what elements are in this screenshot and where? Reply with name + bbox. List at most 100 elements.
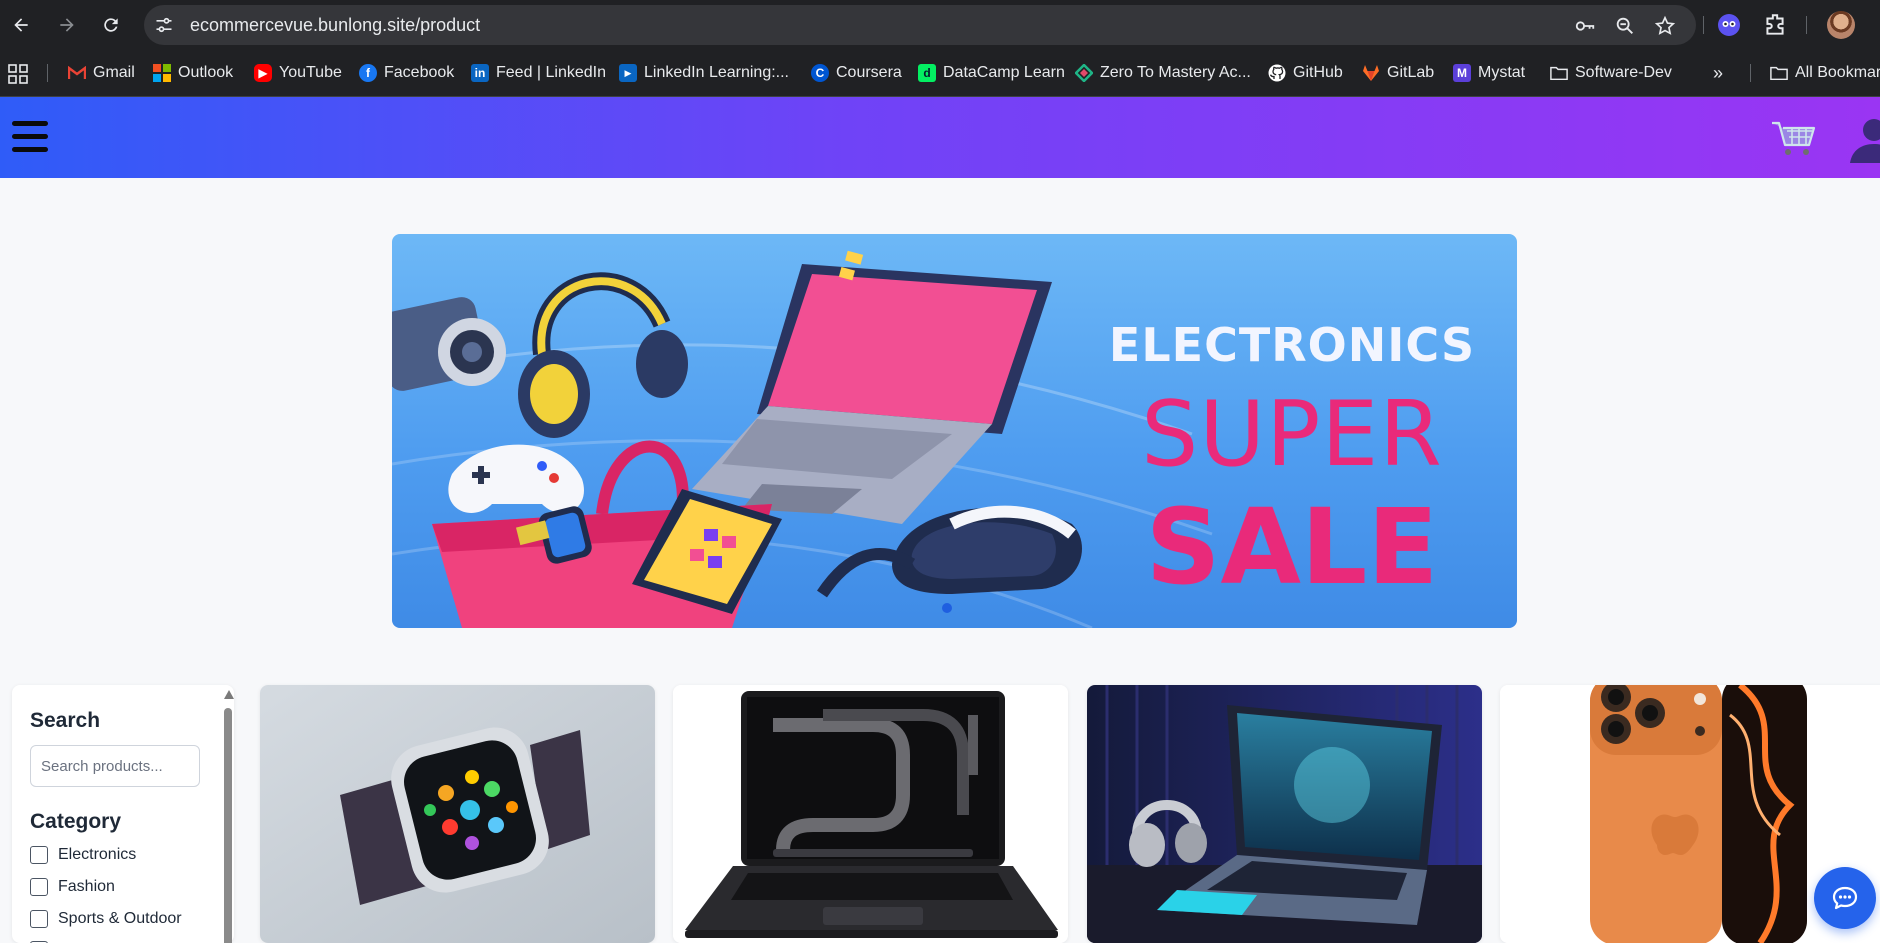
sidebar-scrollbar[interactable] [222, 690, 234, 943]
category-heading: Category [30, 810, 122, 833]
outlook-icon [153, 64, 171, 82]
zoom-icon[interactable] [1614, 15, 1636, 37]
gmail-icon [68, 64, 86, 82]
banner-headline-electronics: ELECTRONICS [1108, 318, 1476, 372]
extension-bot-icon[interactable] [1716, 12, 1742, 38]
bookmark-star-icon[interactable] [1654, 15, 1676, 37]
linkedin-learning-icon: ▶ [619, 64, 637, 82]
product-image-smartwatch[interactable] [260, 685, 655, 943]
bookmark-github[interactable]: GitHub [1268, 62, 1343, 84]
bookmarks-bar: Gmail Outlook ▶ YouTube f Facebook in Fe… [0, 50, 1880, 97]
camera-icon [392, 297, 506, 391]
category-label: Electronics [58, 846, 137, 863]
bookmark-mystat[interactable]: M Mystat [1453, 62, 1525, 84]
banner-headline-super: SUPER [1141, 382, 1443, 487]
reload-icon [104, 18, 118, 32]
scroll-up-arrow-icon[interactable] [224, 690, 234, 699]
forward-button[interactable] [52, 10, 82, 40]
apps-grid-icon[interactable] [8, 64, 28, 84]
carousel-indicator-dot[interactable] [942, 603, 952, 613]
user-avatar-icon[interactable] [1846, 113, 1880, 163]
mystat-icon: M [1453, 64, 1471, 82]
toolbar-divider [1806, 16, 1807, 34]
bookmark-outlook[interactable]: Outlook [153, 62, 233, 84]
filter-sidebar: Search Category Electronics Fashion Spor… [12, 685, 234, 943]
product-image-gaming-laptop[interactable] [1087, 685, 1482, 943]
bookmark-folder-software-dev[interactable]: Software-Dev [1550, 62, 1672, 84]
folder-icon [1770, 64, 1788, 82]
bookmark-linkedin-feed[interactable]: in Feed | LinkedIn [471, 62, 606, 84]
site-settings-icon[interactable] [154, 15, 174, 35]
bookmark-label: Gmail [93, 64, 135, 81]
bookmark-label: Software-Dev [1575, 64, 1672, 81]
bookmark-gmail[interactable]: Gmail [68, 62, 135, 84]
vr-headset-icon [817, 505, 1082, 598]
browser-toolbar: ecommercevue.bunlong.site/product [0, 0, 1880, 50]
linkedin-icon: in [471, 64, 489, 82]
bookmark-label: Zero To Mastery Ac... [1100, 64, 1251, 81]
scrollbar-thumb[interactable] [224, 708, 232, 943]
url-text[interactable]: ecommercevue.bunlong.site/product [190, 15, 480, 36]
bookmark-label: Coursera [836, 64, 902, 81]
product-image-black-laptop[interactable] [673, 685, 1068, 943]
datacamp-icon: d [918, 64, 936, 82]
arrow-left-icon [14, 18, 28, 32]
github-icon [1268, 64, 1286, 82]
bookmark-gitlab[interactable]: GitLab [1362, 62, 1434, 84]
checkbox[interactable] [30, 910, 48, 928]
key-icon[interactable] [1574, 15, 1596, 37]
laptop-icon [692, 250, 1052, 524]
banner-headline-sale: SALE [1145, 486, 1439, 608]
youtube-icon: ▶ [254, 64, 272, 82]
bookmark-label: All Bookmarks [1795, 64, 1880, 81]
bookmark-label: GitHub [1293, 64, 1343, 81]
folder-icon [1550, 64, 1568, 82]
chat-button[interactable] [1814, 867, 1876, 929]
bookmarks-divider [47, 64, 48, 82]
bookmarks-divider [1750, 64, 1751, 82]
address-bar[interactable]: ecommercevue.bunlong.site/product [144, 5, 1696, 45]
game-controller-icon [448, 444, 584, 514]
checkbox[interactable] [30, 878, 48, 896]
bookmark-coursera[interactable]: C Coursera [811, 62, 902, 84]
bookmark-youtube[interactable]: ▶ YouTube [254, 62, 342, 84]
profile-avatar[interactable] [1827, 11, 1855, 39]
chevron-double-right-icon: » [1713, 62, 1724, 83]
bookmark-label: GitLab [1387, 64, 1435, 81]
extensions-puzzle-icon[interactable] [1762, 12, 1788, 38]
bookmark-facebook[interactable]: f Facebook [359, 62, 454, 84]
reload-button[interactable] [96, 10, 126, 40]
bookmark-zero-to-mastery[interactable]: Zero To Mastery Ac... [1075, 62, 1251, 84]
zero-to-mastery-icon [1075, 64, 1093, 82]
more-bookmarks-button[interactable]: » [1713, 62, 1723, 84]
bookmark-label: Outlook [178, 64, 234, 81]
headphones-icon [518, 272, 688, 438]
category-label: Sports & Outdoor [58, 910, 182, 927]
category-option-electronics[interactable]: Electronics [30, 846, 136, 864]
category-option-sports-outdoor[interactable]: Sports & Outdoor [30, 910, 182, 928]
gitlab-icon [1362, 64, 1380, 82]
all-bookmarks-folder[interactable]: All Bookmarks [1770, 62, 1880, 84]
product-card[interactable] [1087, 685, 1482, 943]
toolbar-divider [1703, 16, 1704, 34]
bookmark-datacamp[interactable]: d DataCamp Learn [918, 62, 1065, 84]
bookmark-linkedin-learning[interactable]: ▶ LinkedIn Learning:... [619, 62, 789, 84]
site-header [0, 97, 1880, 178]
shopping-cart-icon[interactable] [1770, 117, 1816, 157]
product-card[interactable] [673, 685, 1068, 943]
chat-bubble-icon [1832, 886, 1858, 910]
hero-banner[interactable]: ELECTRONICS SUPER SALE [392, 234, 1517, 628]
product-card[interactable] [260, 685, 655, 943]
checkbox[interactable] [30, 846, 48, 864]
search-heading: Search [30, 709, 101, 732]
bookmark-label: Mystat [1478, 64, 1526, 81]
category-option-fashion[interactable]: Fashion [30, 878, 115, 896]
bookmark-label: DataCamp Learn [943, 64, 1065, 81]
coursera-icon: C [811, 64, 829, 82]
bookmark-label: Facebook [384, 64, 455, 81]
back-button[interactable] [6, 10, 36, 40]
hamburger-menu-icon[interactable] [12, 121, 48, 153]
bookmark-label: YouTube [279, 64, 342, 81]
search-input[interactable] [30, 745, 200, 787]
arrow-right-icon [60, 18, 74, 32]
